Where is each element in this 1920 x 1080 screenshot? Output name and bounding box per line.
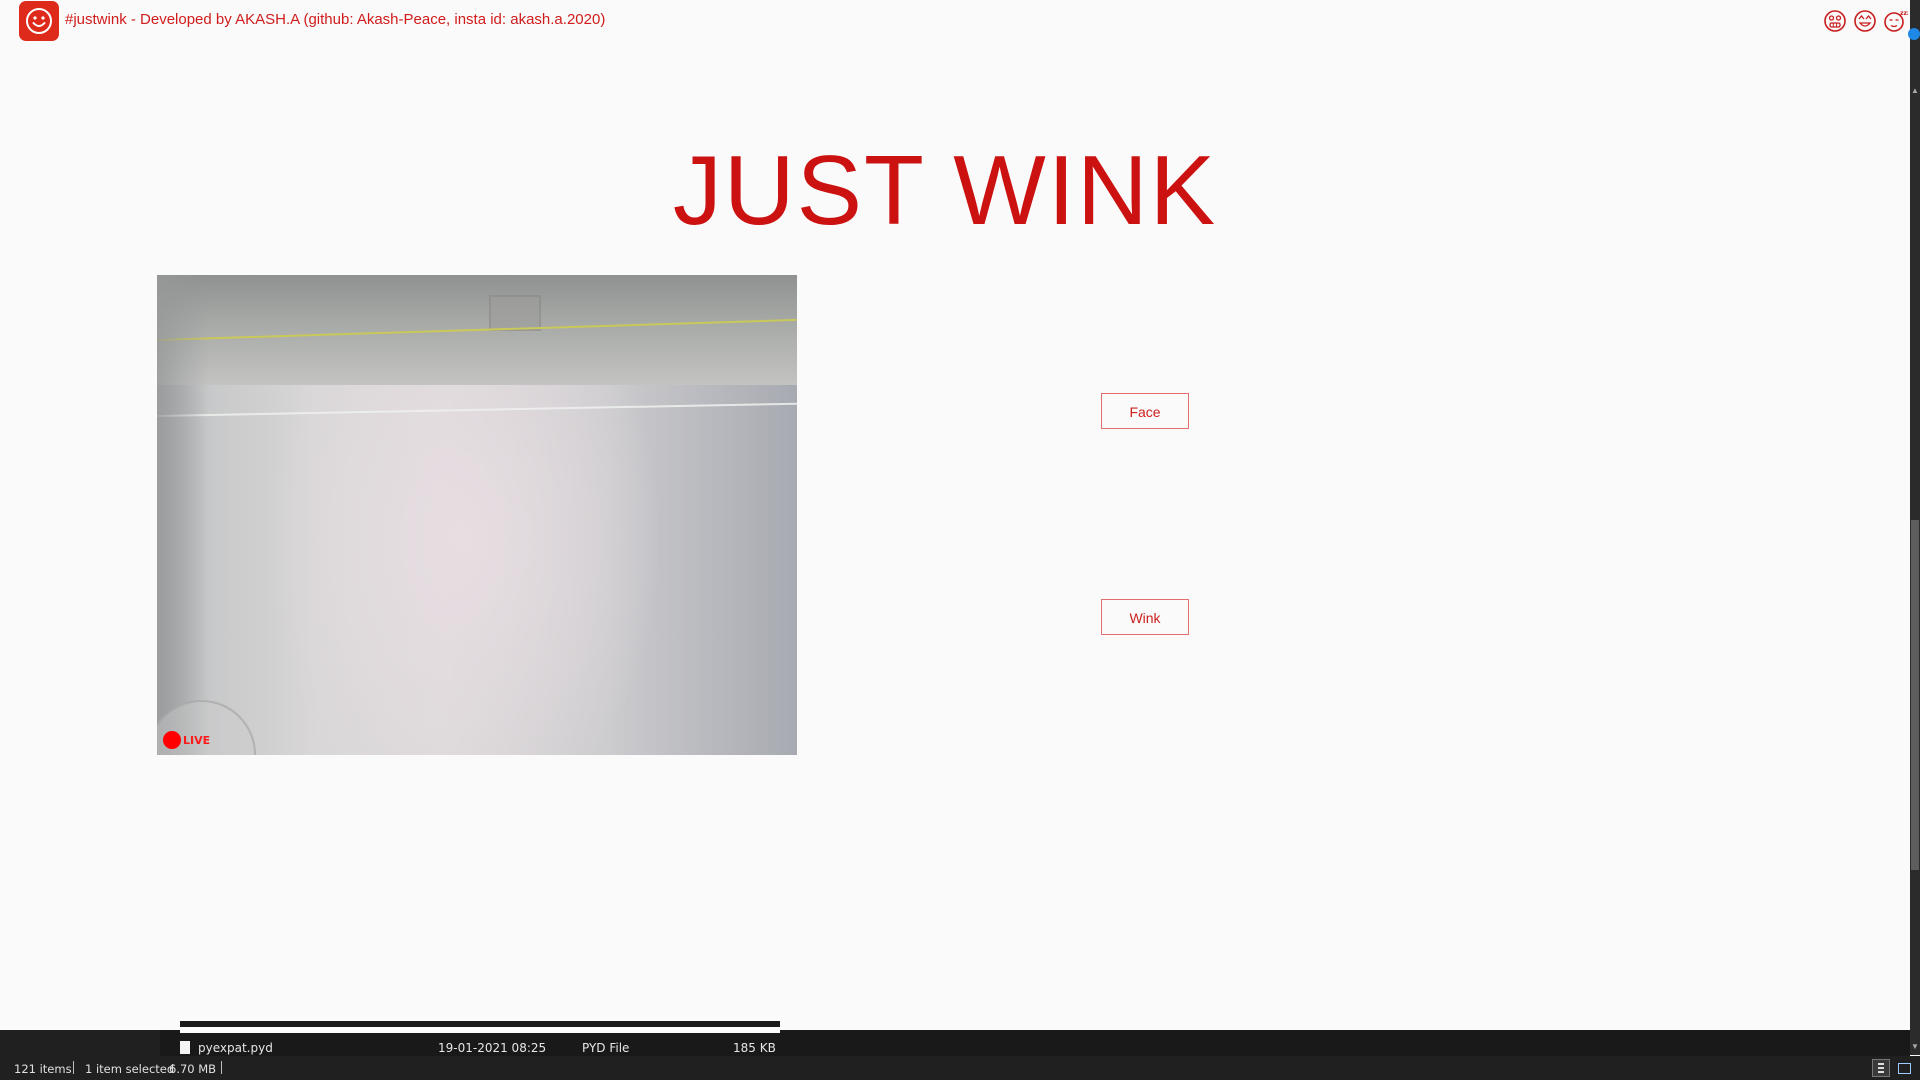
items-count: 121 items: [14, 1062, 72, 1076]
status-divider: [221, 1061, 222, 1074]
smile-icon: [26, 8, 52, 34]
camera-wire-white: [157, 402, 797, 417]
scroll-down-arrow-icon[interactable]: ▼: [1910, 1042, 1920, 1052]
notification-dot-icon: [1908, 28, 1920, 40]
explorer-file-row[interactable]: pyexpat.pyd 19-01-2021 08:25 PYD File 18…: [0, 1038, 1910, 1058]
star-eyes-emoji-icon[interactable]: [1852, 8, 1878, 34]
svg-text:zzz: zzz: [1900, 10, 1908, 17]
explorer-row-partial: [180, 1021, 780, 1033]
details-view-icon[interactable]: [1872, 1059, 1890, 1077]
app-icon: [19, 1, 59, 41]
file-date: 19-01-2021 08:25: [438, 1041, 547, 1055]
file-name: pyexpat.pyd: [198, 1041, 273, 1055]
camera-wall-corner: [157, 275, 209, 755]
live-indicator-icon: [163, 731, 181, 749]
camera-feed: LIVE: [157, 275, 797, 755]
scroll-up-arrow-icon[interactable]: ▲: [1910, 86, 1920, 96]
file-size: 185 KB: [733, 1041, 776, 1055]
file-icon: [180, 1041, 190, 1054]
explorer-status-bar: 121 items 1 item selected 6.70 MB: [0, 1056, 1920, 1080]
status-divider: [73, 1061, 74, 1074]
camera-vent: [489, 295, 541, 331]
grimace-emoji-icon[interactable]: [1822, 8, 1848, 34]
selection-count: 1 item selected: [85, 1062, 175, 1076]
large-icons-view-icon[interactable]: [1895, 1059, 1913, 1077]
sleepy-emoji-icon[interactable]: zzz: [1882, 8, 1908, 34]
file-type: PYD File: [582, 1041, 630, 1055]
page-title: JUST WINK: [672, 134, 1218, 245]
scrollbar-thumb[interactable]: [1911, 520, 1919, 870]
window-title: #justwink - Developed by AKASH.A (github…: [65, 11, 606, 28]
title-bar: #justwink - Developed by AKASH.A (github…: [0, 0, 1910, 42]
face-button[interactable]: Face: [1101, 393, 1189, 429]
live-label: LIVE: [183, 734, 211, 747]
wink-button[interactable]: Wink: [1101, 599, 1189, 635]
selection-size: 6.70 MB: [169, 1062, 217, 1076]
